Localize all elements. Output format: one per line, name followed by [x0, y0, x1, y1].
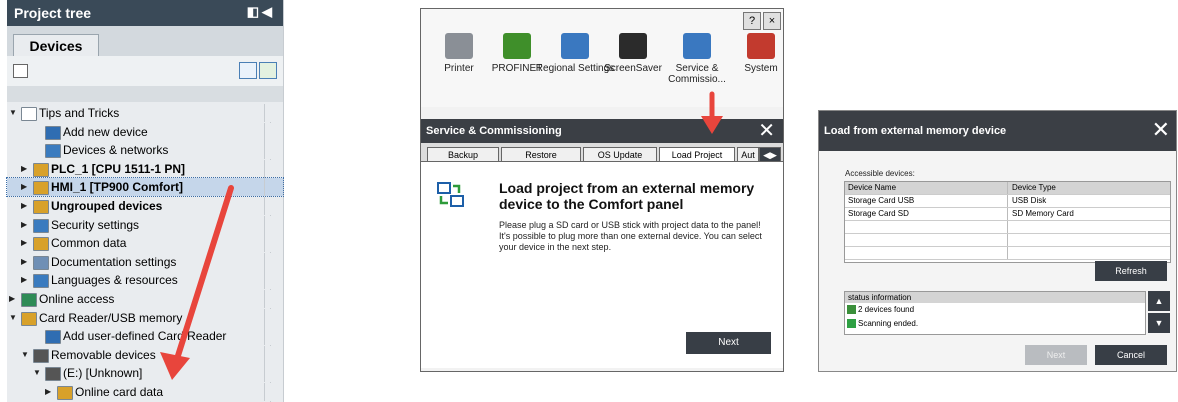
arrow-load-project-tab	[701, 91, 723, 134]
annotation-arrows	[160, 91, 723, 380]
arrow-tree	[160, 185, 234, 380]
